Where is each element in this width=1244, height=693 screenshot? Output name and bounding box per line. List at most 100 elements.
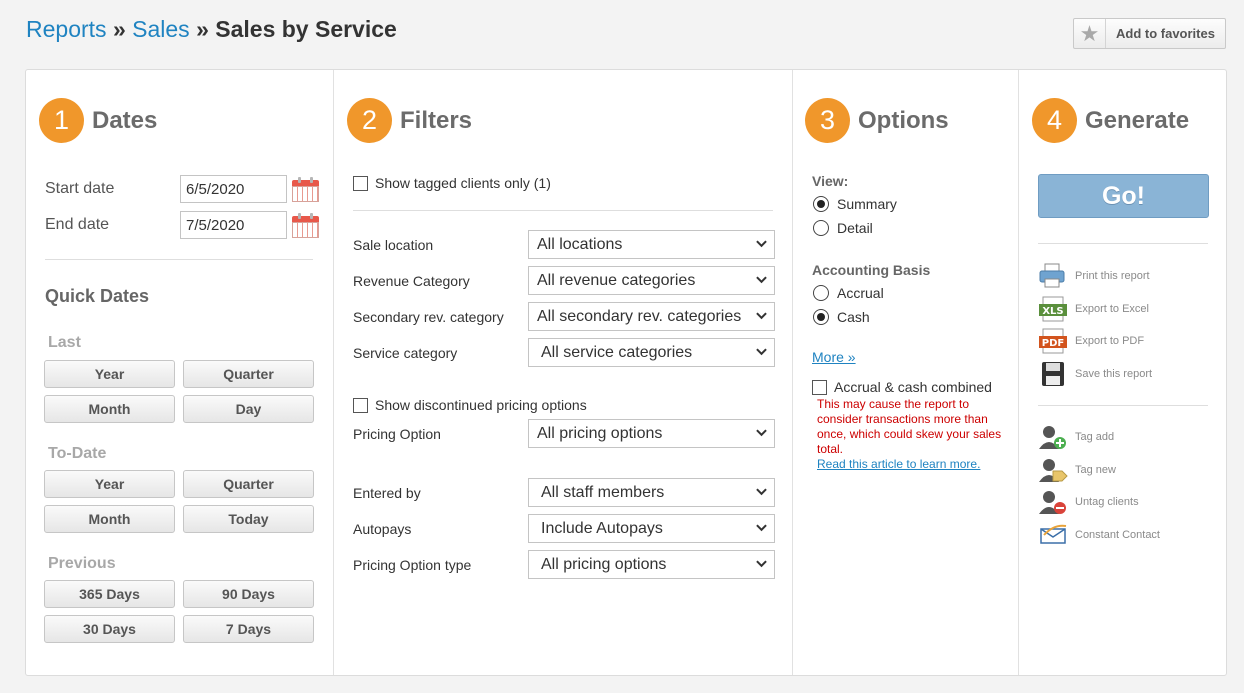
calendar-icon[interactable] — [292, 176, 319, 202]
tag-add-label: Tag add — [1075, 431, 1115, 443]
chevron-down-icon — [756, 240, 767, 248]
entered-by-value: All staff members — [541, 483, 665, 501]
last-quarter-button[interactable]: Quarter — [183, 360, 314, 388]
step-number-badge: 1 — [39, 98, 84, 143]
constant-contact-action[interactable]: Constant Contact — [1038, 522, 1160, 548]
sale-location-select[interactable]: All locations — [528, 230, 775, 259]
print-report-action[interactable]: Print this report — [1038, 263, 1150, 289]
end-date-row: End date — [45, 211, 319, 239]
envelope-icon — [1038, 522, 1068, 548]
basis-accrual-option[interactable]: Accrual — [813, 285, 884, 301]
export-excel-label: Export to Excel — [1075, 303, 1149, 315]
entered-by-select[interactable]: All staff members — [528, 478, 775, 507]
start-date-label: Start date — [45, 180, 115, 197]
floppy-disk-icon — [1038, 361, 1068, 387]
last-group-label: Last — [48, 334, 81, 351]
save-report-action[interactable]: Save this report — [1038, 361, 1152, 387]
printer-icon — [1038, 263, 1068, 289]
secondary-rev-category-select[interactable]: All secondary rev. categories — [528, 302, 775, 331]
tag-new-action[interactable]: Tag new — [1038, 457, 1116, 483]
start-date-input[interactable] — [180, 175, 287, 203]
service-category-select[interactable]: All service categories — [528, 338, 775, 367]
tagged-clients-checkbox[interactable] — [353, 175, 368, 191]
revenue-category-select[interactable]: All revenue categories — [528, 266, 775, 295]
chevron-down-icon — [756, 560, 767, 568]
basis-cash-label: Cash — [837, 309, 870, 325]
tag-add-action[interactable]: Tag add — [1038, 424, 1114, 450]
pricing-option-type-select[interactable]: All pricing options — [528, 550, 775, 579]
service-category-label: Service category — [353, 345, 458, 361]
discontinued-checkbox[interactable] — [353, 397, 368, 413]
accrual-cash-combined-checkbox[interactable] — [812, 379, 827, 395]
breadcrumb-separator: » — [196, 16, 209, 42]
view-summary-label: Summary — [837, 196, 897, 212]
chevron-down-icon — [756, 276, 767, 284]
sale-location-value: All locations — [537, 235, 623, 253]
sale-location-label: Sale location — [353, 237, 434, 253]
pricing-option-type-label: Pricing Option type — [353, 557, 472, 573]
discontinued-checkbox-row[interactable]: Show discontinued pricing options — [353, 397, 587, 413]
autopays-select[interactable]: Include Autopays — [528, 514, 775, 543]
previous-30-days-button[interactable]: 30 Days — [44, 615, 175, 643]
pricing-option-select[interactable]: All pricing options — [528, 419, 775, 448]
previous-90-days-button[interactable]: 90 Days — [183, 580, 314, 608]
chevron-down-icon — [756, 488, 767, 496]
chevron-down-icon — [756, 312, 767, 320]
secondary-rev-category-label: Secondary rev. category — [353, 309, 504, 325]
tagged-clients-label: Show tagged clients only (1) — [375, 175, 551, 191]
filters-section: 2 Filters Show tagged clients only (1) S… — [333, 70, 792, 675]
to-date-month-button[interactable]: Month — [44, 505, 175, 533]
to-date-today-button[interactable]: Today — [183, 505, 314, 533]
view-summary-option[interactable]: Summary — [813, 196, 897, 212]
chevron-down-icon — [756, 348, 767, 356]
untag-clients-label: Untag clients — [1075, 496, 1139, 508]
previous-365-days-button[interactable]: 365 Days — [44, 580, 175, 608]
basis-cash-option[interactable]: Cash — [813, 309, 870, 325]
quick-dates-title: Quick Dates — [45, 286, 150, 306]
step-title: Dates — [92, 106, 158, 134]
revenue-category-label: Revenue Category — [353, 273, 470, 289]
breadcrumb-separator: » — [112, 16, 126, 42]
breadcrumb-sales-link[interactable]: Sales — [132, 16, 190, 42]
page-title: Sales by Service — [215, 16, 397, 42]
last-day-button[interactable]: Day — [183, 395, 314, 423]
go-button[interactable]: Go! — [1038, 174, 1209, 218]
calendar-icon[interactable] — [292, 212, 319, 238]
read-article-link[interactable]: Read this article to learn more. — [817, 457, 980, 471]
tagged-clients-checkbox-row[interactable]: Show tagged clients only (1) — [353, 175, 551, 191]
export-excel-action[interactable]: XLS Export to Excel — [1038, 296, 1149, 322]
add-to-favorites-label: Add to favorites — [1116, 26, 1215, 41]
view-detail-label: Detail — [837, 220, 873, 236]
to-date-quarter-button[interactable]: Quarter — [183, 470, 314, 498]
basis-cash-radio[interactable] — [813, 309, 829, 325]
export-pdf-action[interactable]: PDF Export to PDF — [1038, 328, 1144, 354]
previous-7-days-button[interactable]: 7 Days — [183, 615, 314, 643]
accrual-cash-combined-row[interactable]: Accrual & cash combined — [812, 379, 992, 395]
step-title: Generate — [1085, 106, 1190, 134]
pdf-icon: PDF — [1038, 328, 1068, 354]
basis-accrual-radio[interactable] — [813, 285, 829, 301]
revenue-category-value: All revenue categories — [537, 271, 696, 289]
svg-text:XLS: XLS — [1042, 306, 1063, 317]
add-to-favorites-button[interactable]: ★ Add to favorites — [1073, 18, 1226, 49]
previous-group-label: Previous — [48, 555, 116, 572]
tag-add-icon — [1038, 424, 1068, 450]
step-title: Filters — [400, 106, 473, 134]
more-options-link[interactable]: More » — [812, 349, 856, 365]
divider — [1038, 405, 1208, 406]
last-month-button[interactable]: Month — [44, 395, 175, 423]
to-date-year-button[interactable]: Year — [44, 470, 175, 498]
export-pdf-label: Export to PDF — [1075, 335, 1145, 347]
options-step-header: 3 Options — [805, 98, 949, 143]
last-year-button[interactable]: Year — [44, 360, 175, 388]
view-detail-radio[interactable] — [813, 220, 829, 236]
view-label: View: — [812, 173, 849, 189]
end-date-input[interactable] — [180, 211, 287, 239]
untag-clients-action[interactable]: Untag clients — [1038, 489, 1139, 515]
untag-icon — [1038, 489, 1068, 515]
autopays-label: Autopays — [353, 521, 412, 537]
view-summary-radio[interactable] — [813, 196, 829, 212]
breadcrumb-reports-link[interactable]: Reports — [26, 16, 107, 42]
pricing-option-label: Pricing Option — [353, 426, 441, 442]
view-detail-option[interactable]: Detail — [813, 220, 873, 236]
